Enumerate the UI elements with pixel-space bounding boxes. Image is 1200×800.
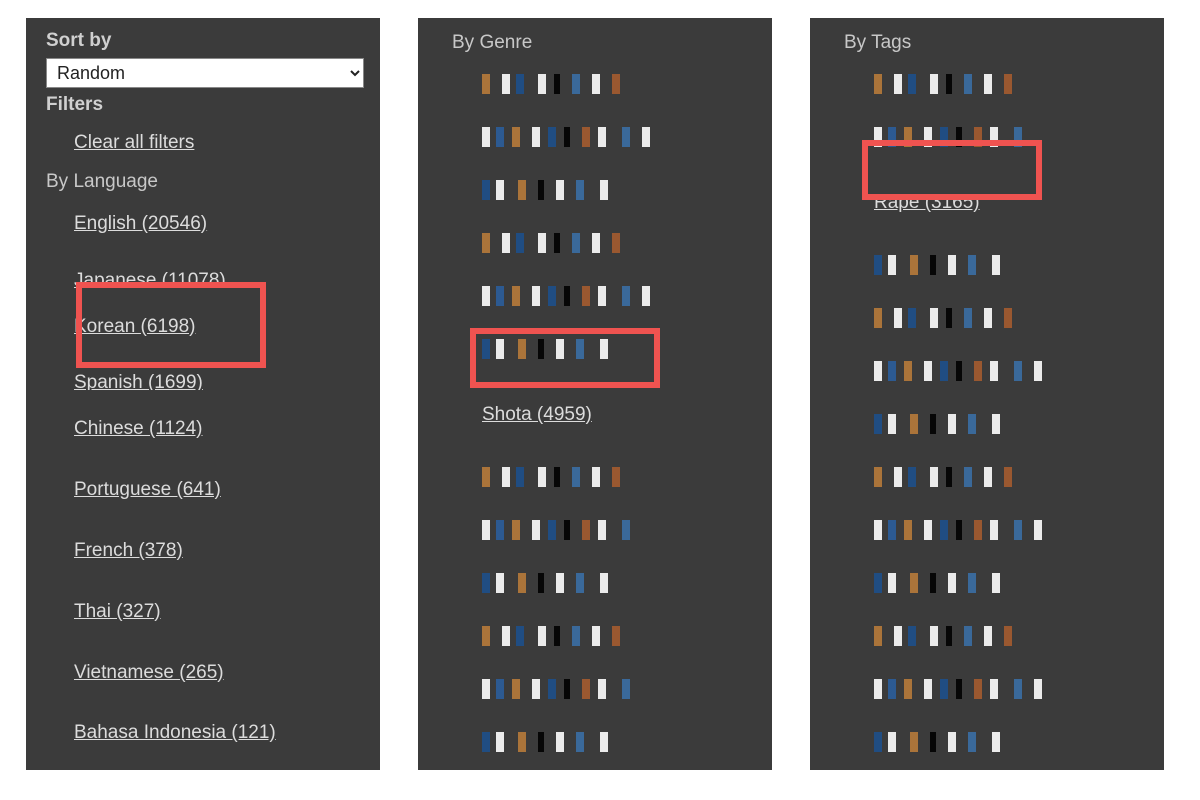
language-list: English (20546) Japanese (11078) Korean …: [46, 203, 364, 770]
lang-chinese[interactable]: Chinese (1124): [74, 418, 203, 441]
obscured-tag-item: [874, 127, 1024, 147]
lang-thai[interactable]: Thai (327): [74, 601, 161, 624]
filters-panel-genre: By Genre Shota (4959): [418, 18, 772, 770]
obscured-tag-item: [874, 679, 1074, 699]
obscured-genre-item: [482, 180, 682, 200]
tag-rape[interactable]: Rape (3165): [874, 192, 980, 215]
obscured-genre-item: [482, 74, 632, 94]
obscured-tag-item: [874, 626, 1074, 646]
by-genre-header: By Genre: [452, 32, 756, 54]
obscured-genre-item: [482, 732, 682, 752]
obscured-tag-item: [874, 573, 1164, 593]
filters-panel-tags: By Tags Rape (3165): [810, 18, 1164, 770]
genre-list: Shota (4959): [454, 62, 756, 770]
lang-korean[interactable]: Korean (6198): [74, 316, 195, 339]
obscured-genre-item: [482, 339, 712, 359]
genre-shota[interactable]: Shota (4959): [482, 404, 592, 427]
obscured-genre-item: [482, 679, 632, 699]
obscured-tag-item: [874, 74, 1074, 94]
obscured-genre-item: [482, 467, 632, 487]
lang-bahasa[interactable]: Bahasa Indonesia (121): [74, 722, 276, 745]
filters-label: Filters: [46, 94, 364, 116]
lang-vietnamese[interactable]: Vietnamese (265): [74, 662, 224, 685]
obscured-genre-item: [482, 127, 682, 147]
obscured-tag-item: [874, 255, 1104, 275]
by-language-header: By Language: [46, 171, 364, 193]
lang-portuguese[interactable]: Portuguese (641): [74, 479, 221, 502]
obscured-genre-item: [482, 626, 682, 646]
sort-by-label: Sort by: [46, 30, 364, 52]
obscured-tag-item: [874, 361, 1074, 381]
clear-all-filters-link[interactable]: Clear all filters: [74, 132, 194, 155]
obscured-tag-item: [874, 732, 1074, 752]
obscured-genre-item: [482, 233, 682, 253]
obscured-genre-item: [482, 573, 682, 593]
obscured-genre-item: [482, 286, 712, 306]
lang-english[interactable]: English (20546): [74, 213, 207, 236]
lang-spanish[interactable]: Spanish (1699): [74, 372, 203, 390]
obscured-tag-item: [874, 467, 1074, 487]
obscured-genre-item: [482, 520, 632, 540]
lang-french[interactable]: French (378): [74, 540, 183, 563]
filters-panel-left: Sort by Random Filters Clear all filters…: [26, 18, 380, 770]
tags-list: Rape (3165): [846, 62, 1148, 770]
sort-select[interactable]: Random: [46, 58, 364, 88]
filters-sidebar-screenshot: Sort by Random Filters Clear all filters…: [0, 0, 1200, 800]
by-tags-header: By Tags: [844, 32, 1148, 54]
obscured-tag-item: [874, 308, 1104, 328]
obscured-tag-item: [874, 414, 1024, 434]
lang-japanese[interactable]: Japanese (11078): [74, 270, 226, 288]
obscured-tag-item: [874, 520, 1074, 540]
